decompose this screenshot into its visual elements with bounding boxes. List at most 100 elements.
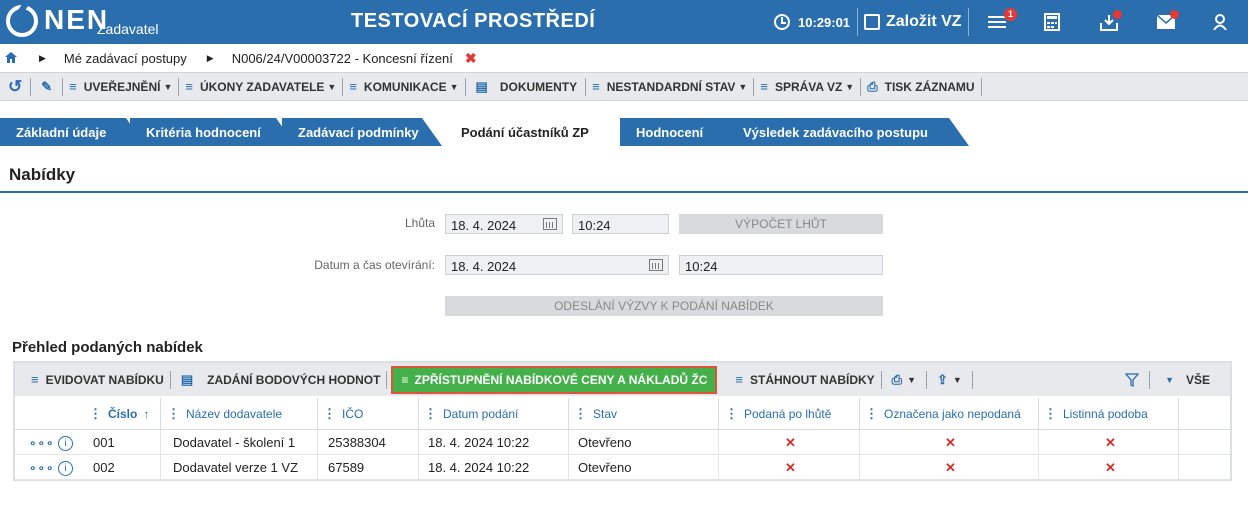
divider (317, 455, 318, 480)
opening-time-field[interactable]: 10:24 (679, 255, 883, 275)
cell-cislo: 001 (93, 435, 115, 450)
column-label: Datum podání (443, 407, 519, 421)
info-icon[interactable]: i (58, 436, 74, 452)
deadline-time-field[interactable]: 10:24 (572, 214, 669, 234)
menu-dokumenty[interactable]: ▤ DOKUMENTY (466, 73, 586, 100)
cross-icon: ✕ (945, 460, 956, 475)
view-all-dropdown[interactable]: ▼ VŠE (1150, 363, 1230, 396)
table-row[interactable]: ∘∘∘ i 001 Dodavatel - školení 1 25388304… (15, 430, 1230, 455)
tab-zadavaci-podminky[interactable]: Zadávací podmínky (282, 118, 442, 146)
sort-asc-icon: ↑ (143, 407, 150, 421)
col-podana-po-lhute[interactable]: ⋮ Podaná po lhůtě (725, 398, 831, 430)
top-bar: NEN Zadavatel TESTOVACÍ PROSTŘEDÍ 10:29:… (0, 0, 1248, 44)
calendar-icon[interactable] (649, 259, 663, 271)
deadline-date-field[interactable]: 18. 4. 2024 (445, 214, 563, 234)
calendar-icon[interactable] (543, 218, 557, 230)
divider (857, 8, 858, 36)
breadcrumb-my-procedures[interactable]: Mé zadávací postupy (64, 51, 187, 66)
cell-stav: Otevřeno (578, 435, 632, 450)
col-ico[interactable]: ⋮ IČO (323, 398, 363, 430)
nen-logo[interactable]: NEN (6, 5, 109, 39)
action-toolbar: ↺ ✎ ≡ UVEŘEJNĚNÍ ▼ ≡ ÚKONY ZADAVATELE ▼ ≡ KOM… (0, 72, 1248, 101)
column-label: Stav (593, 407, 618, 421)
list-icon: ≡ (760, 79, 768, 94)
more-icon[interactable]: ∘∘∘ (29, 461, 55, 475)
register-offer-button[interactable]: ≡ EVIDOVAT NABÍDKU (15, 363, 170, 396)
download-offers-button[interactable]: ≡ STÁHNOUT NABÍDKY (721, 363, 880, 396)
inbox-button[interactable] (1100, 0, 1118, 44)
list-icon: ≡ (401, 372, 409, 387)
print-grid-button[interactable]: ⎙ ▼ (882, 363, 926, 396)
column-menu-icon: ⋮ (1044, 406, 1057, 421)
menu-badge: 1 (1004, 8, 1017, 21)
disclose-price-button[interactable]: ≡ ZPŘÍSTUPNĚNÍ NABÍDKOVÉ CENY A NÁKLADŮ Ž… (391, 365, 718, 394)
divider (160, 455, 161, 480)
column-label: Podaná po lhůtě (744, 407, 832, 421)
col-listinna[interactable]: ⋮ Listinná podoba (1044, 398, 1148, 430)
grid-toolbar: ≡ EVIDOVAT NABÍDKU ▤ ZADÁNÍ BODOVÝCH HODNO… (15, 363, 1230, 396)
caret-down-icon: ▼ (1165, 374, 1174, 385)
cross-icon: ✕ (945, 435, 956, 450)
breadcrumb-current[interactable]: N006/24/V00003722 - Koncesní řízení (232, 51, 453, 66)
col-stav[interactable]: ⋮ Stav (574, 398, 617, 430)
create-vz-button[interactable]: Založit VZ (864, 0, 962, 44)
calculator-button[interactable] (1044, 0, 1060, 44)
tab-vysledek[interactable]: Výsledek zadávacího postupu (727, 118, 969, 146)
document-icon: ▤ (180, 371, 194, 387)
user-button[interactable] (1213, 0, 1227, 44)
more-icon[interactable]: ∘∘∘ (29, 436, 55, 450)
divider (1038, 455, 1039, 480)
menu-button[interactable] (988, 0, 1006, 44)
print-record-button[interactable]: ⎙ TISK ZÁZNAMU (861, 73, 980, 100)
home-icon[interactable] (5, 51, 17, 66)
caret-down-icon: ▼ (327, 81, 337, 92)
table-row[interactable]: ∘∘∘ i 002 Dodavatel verze 1 VZ 67589 18.… (15, 455, 1230, 480)
menu-ukony-zadavatele[interactable]: ≡ ÚKONY ZADAVATELE ▼ (179, 73, 342, 100)
divider (418, 398, 419, 430)
section-title: Nabídky (9, 165, 76, 184)
menu-komunikace[interactable]: ≡ KOMUNIKACE ▼ (343, 73, 464, 100)
export-button[interactable]: ⇪ ▼ (927, 363, 972, 396)
grid-title: Přehled podaných nabídek (12, 339, 203, 356)
session-time: 10:29:01 (798, 14, 851, 30)
messages-button[interactable] (1157, 0, 1175, 44)
send-invitation-button[interactable]: ODESLÁNÍ VÝZVY K PODÁNÍ NABÍDEK (445, 296, 883, 316)
menu-sprava-vz[interactable]: ≡ SPRÁVA VZ ▼ (754, 73, 860, 100)
menu-label: DOKUMENTY (499, 79, 578, 94)
menu-nestandardni-stav[interactable]: ≡ NESTANDARDNÍ STAV ▼ (586, 73, 753, 100)
tab-zakladni-udaje[interactable]: Základní údaje (0, 118, 146, 146)
info-icon[interactable]: i (58, 461, 74, 477)
col-datum[interactable]: ⋮ Datum podání (424, 398, 518, 430)
row-actions[interactable]: ∘∘∘ i (29, 430, 74, 455)
column-menu-icon: ⋮ (424, 406, 437, 421)
user-icon (1213, 14, 1227, 30)
col-cislo[interactable]: ⋮ Číslo ↑ (89, 398, 149, 430)
divider (859, 430, 860, 455)
grid-header: ⋮ Číslo ↑ ⋮ Název dodavatele ⋮ IČO ⋮ Datum po… (15, 398, 1230, 430)
filter-button[interactable] (1115, 363, 1149, 396)
caret-down-icon: ▼ (738, 81, 748, 92)
opening-date-field[interactable]: 18. 4. 2024 (445, 255, 669, 275)
refresh-button[interactable]: ↺ (0, 73, 30, 100)
column-menu-icon: ⋮ (574, 406, 587, 421)
session-timer: 10:29:01 (774, 0, 850, 44)
tab-podani-ucastniku[interactable]: Podání účastníků ZP (443, 118, 615, 146)
enter-points-button[interactable]: ▤ ZADÁNÍ BODOVÝCH HODNOT (171, 363, 387, 396)
close-icon[interactable]: ✖ (465, 50, 477, 67)
tab-kriteria-hodnoceni[interactable]: Kritéria hodnocení (130, 118, 296, 146)
edit-button[interactable]: ✎ (31, 73, 62, 100)
pencil-icon: ✎ (41, 78, 53, 94)
divider (317, 398, 318, 430)
col-nazev[interactable]: ⋮ Název dodavatele (167, 398, 282, 430)
filter-icon (1125, 372, 1140, 387)
divider (980, 77, 982, 96)
column-menu-icon: ⋮ (865, 406, 878, 421)
menu-uverejneni[interactable]: ≡ UVEŘEJNĚNÍ ▼ (63, 73, 178, 100)
menu-label: ÚKONY ZADAVATELE (199, 79, 325, 94)
row-actions[interactable]: ∘∘∘ i (29, 455, 74, 480)
divider (418, 430, 419, 455)
calculate-deadlines-button[interactable]: VÝPOČET LHŮT (679, 214, 883, 234)
cell-stav: Otevřeno (578, 460, 632, 475)
col-nepodana[interactable]: ⋮ Označena jako nepodaná (865, 398, 1021, 430)
column-label: Listinná podoba (1063, 407, 1148, 421)
